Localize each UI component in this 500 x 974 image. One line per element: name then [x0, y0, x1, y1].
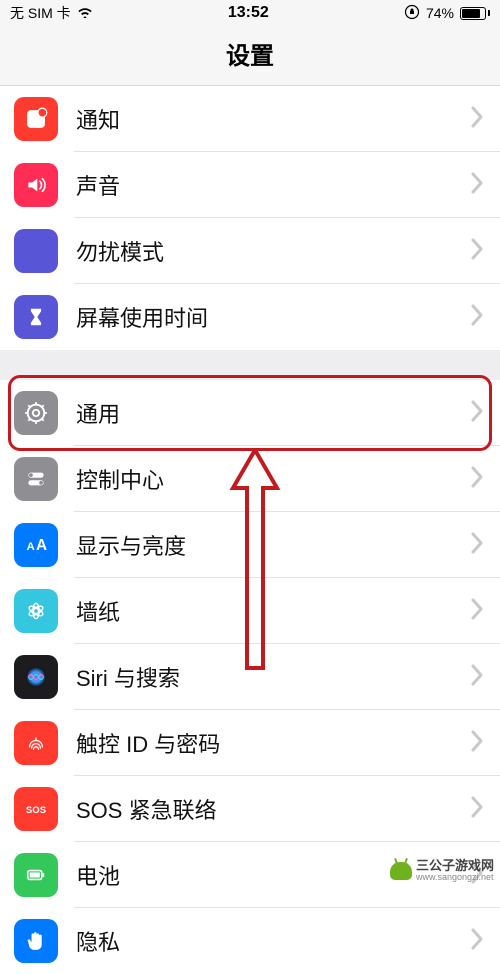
svg-text:A: A [26, 541, 34, 553]
svg-text:A: A [36, 537, 47, 554]
settings-row-notifications[interactable]: 通知 [0, 86, 500, 152]
chevron-right-icon [470, 172, 484, 199]
battery-percent: 74% [426, 5, 454, 21]
settings-row-privacy[interactable]: 隐私 [0, 908, 500, 974]
row-label: 通用 [76, 397, 470, 429]
chevron-right-icon [470, 928, 484, 955]
settings-row-dnd[interactable]: 勿扰模式 [0, 218, 500, 284]
chevron-right-icon [470, 238, 484, 265]
row-label: 控制中心 [76, 463, 470, 495]
chevron-right-icon [470, 796, 484, 823]
moon-icon [14, 229, 58, 273]
settings-section: 通用 控制中心 AA 显示与亮度 墙纸 Siri 与搜索 触控 ID 与密码 S… [0, 380, 500, 974]
battery-icon [14, 853, 58, 897]
sos-icon: SOS [14, 787, 58, 831]
gear-icon [14, 391, 58, 435]
row-label: Siri 与搜索 [76, 661, 470, 693]
flower-icon [14, 589, 58, 633]
settings-row-general[interactable]: 通用 [0, 380, 500, 446]
chevron-right-icon [470, 400, 484, 427]
carrier-text: 无 SIM 卡 [10, 3, 71, 23]
chevron-right-icon [470, 106, 484, 133]
hourglass-icon [14, 295, 58, 339]
row-label: 通知 [76, 103, 470, 135]
chevron-right-icon [470, 532, 484, 559]
row-label: 触控 ID 与密码 [76, 727, 470, 759]
settings-row-sounds[interactable]: 声音 [0, 152, 500, 218]
chevron-right-icon [470, 730, 484, 757]
status-left: 无 SIM 卡 [10, 3, 93, 23]
chevron-right-icon [470, 664, 484, 691]
settings-row-screentime[interactable]: 屏幕使用时间 [0, 284, 500, 350]
chevron-right-icon [470, 598, 484, 625]
aa-icon: AA [14, 523, 58, 567]
row-label: 隐私 [76, 925, 470, 957]
chevron-right-icon [470, 466, 484, 493]
settings-row-wallpaper[interactable]: 墙纸 [0, 578, 500, 644]
status-time: 13:52 [228, 4, 269, 22]
watermark: 三公子游戏网 www.sangongzi.net [390, 859, 494, 883]
svg-text:SOS: SOS [26, 805, 46, 816]
settings-row-sos[interactable]: SOS SOS 紧急联络 [0, 776, 500, 842]
switches-icon [14, 457, 58, 501]
siri-icon [14, 655, 58, 699]
settings-row-display[interactable]: AA 显示与亮度 [0, 512, 500, 578]
wifi-icon [77, 5, 93, 21]
watermark-main: 三公子游戏网 [416, 859, 494, 873]
sound-icon [14, 163, 58, 207]
orientation-lock-icon [404, 4, 420, 23]
row-label: 显示与亮度 [76, 529, 470, 561]
row-label: 声音 [76, 169, 470, 201]
settings-row-touchid[interactable]: 触控 ID 与密码 [0, 710, 500, 776]
watermark-sub: www.sangongzi.net [416, 873, 494, 883]
settings-row-control-center[interactable]: 控制中心 [0, 446, 500, 512]
chevron-right-icon [470, 304, 484, 331]
settings-row-siri[interactable]: Siri 与搜索 [0, 644, 500, 710]
row-label: 墙纸 [76, 595, 470, 627]
page-title: 设置 [0, 36, 500, 71]
row-label: 勿扰模式 [76, 235, 470, 267]
fingerprint-icon [14, 721, 58, 765]
battery-icon [460, 7, 490, 20]
row-label: SOS 紧急联络 [76, 793, 470, 825]
row-label: 屏幕使用时间 [76, 301, 470, 333]
page-header: 设置 [0, 26, 500, 86]
section-separator [0, 350, 500, 380]
status-bar: 无 SIM 卡 13:52 74% [0, 0, 500, 26]
hand-icon [14, 919, 58, 963]
status-right: 74% [404, 4, 490, 23]
settings-section: 通知 声音 勿扰模式 屏幕使用时间 [0, 86, 500, 350]
watermark-logo-icon [390, 862, 412, 880]
notification-icon [14, 97, 58, 141]
